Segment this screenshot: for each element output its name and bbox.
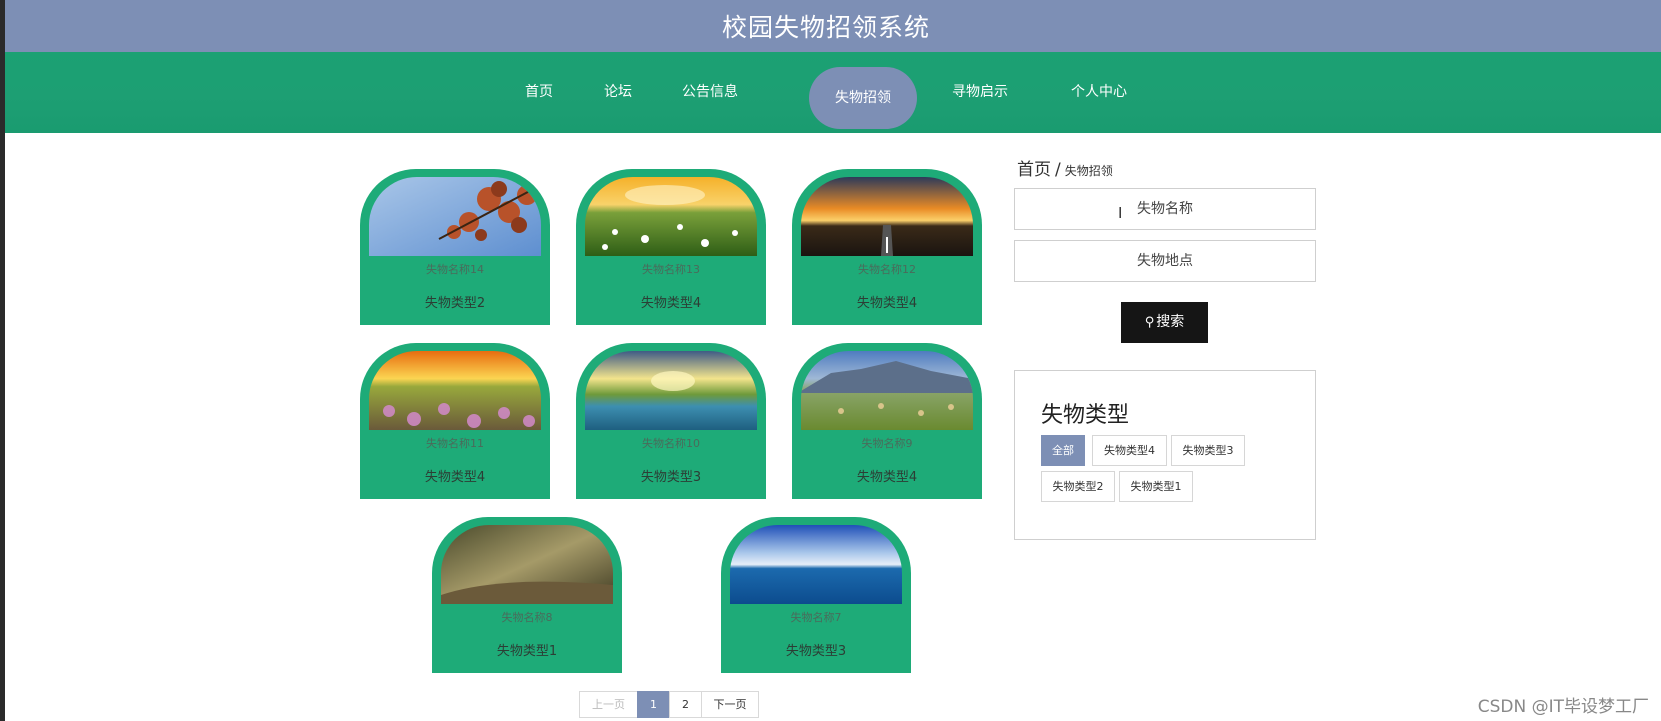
item-type: 失物类型4 (640, 296, 702, 311)
watermark-text: CSDN @IT毕设梦工厂 (1477, 697, 1649, 717)
nav-announcements[interactable]: 公告信息 (670, 68, 750, 116)
item-name: 失物名称8 (501, 611, 553, 624)
item-image[interactable] (801, 351, 973, 430)
item-type: 失物类型4 (424, 470, 486, 485)
item-type: 失物类型3 (785, 644, 847, 659)
item-name: 失物名称10 (642, 437, 700, 450)
item-type: 失物类型4 (856, 470, 918, 485)
breadcrumb-current: 失物招领 (1064, 164, 1113, 178)
type-tag-2[interactable]: 失物类型2 (1041, 471, 1115, 502)
type-filter-title: 失物类型 (1041, 403, 1130, 428)
site-title: 校园失物招领系统 (721, 13, 930, 42)
search-button[interactable]: ⚲ 搜索 (1121, 302, 1208, 343)
item-card[interactable]: 失物名称12 失物类型4 (792, 169, 982, 325)
item-name: 失物名称7 (790, 611, 842, 624)
item-name: 失物名称11 (426, 437, 484, 450)
item-name: 失物名称14 (426, 263, 484, 276)
pagination: 上一页 1 2 下一页 (579, 691, 759, 718)
type-tag-all[interactable]: 全部 (1041, 435, 1085, 466)
item-name: 失物名称13 (642, 263, 700, 276)
nav-personal-center[interactable]: 个人中心 (1055, 68, 1143, 116)
item-type: 失物类型2 (424, 296, 486, 311)
item-card[interactable]: 失物名称9 失物类型4 (792, 343, 982, 499)
type-tag-4[interactable]: 失物类型4 (1092, 435, 1167, 466)
item-image[interactable] (730, 525, 902, 604)
item-image[interactable] (369, 177, 541, 256)
breadcrumb-separator: / (1055, 160, 1061, 180)
item-type: 失物类型4 (856, 296, 918, 311)
nav-home[interactable]: 首页 (513, 68, 565, 116)
item-image[interactable] (441, 525, 613, 604)
prev-page-button[interactable]: 上一页 (579, 691, 638, 718)
site-header: 校园失物招领系统 (5, 0, 1661, 52)
item-name: 失物名称9 (861, 437, 913, 450)
type-tag-1[interactable]: 失物类型1 (1119, 471, 1193, 502)
next-page-button[interactable]: 下一页 (701, 691, 759, 718)
item-card[interactable]: 失物名称10 失物类型3 (576, 343, 766, 499)
item-type: 失物类型1 (496, 644, 558, 659)
item-card[interactable]: 失物名称14 失物类型2 (360, 169, 550, 325)
breadcrumb-home[interactable]: 首页 (1017, 160, 1051, 180)
item-card[interactable]: 失物名称13 失物类型4 (576, 169, 766, 325)
item-card[interactable]: 失物名称8 失物类型1 (432, 517, 622, 673)
item-card[interactable]: 失物名称7 失物类型3 (721, 517, 911, 673)
breadcrumb: 首页 / 失物招领 (1017, 155, 1113, 180)
nav-lost-and-found[interactable]: 失物招领 (809, 67, 917, 129)
nav-forum[interactable]: 论坛 (595, 68, 641, 116)
search-icon: ⚲ (1144, 315, 1155, 330)
item-name: 失物名称12 (858, 263, 916, 276)
page-1-button[interactable]: 1 (637, 691, 670, 718)
item-name-search-input[interactable]: 失物名称 (1014, 188, 1316, 230)
main-nav: 首页 论坛 公告信息 失物招领 寻物启示 个人中心 (5, 52, 1661, 133)
item-image[interactable] (585, 177, 757, 256)
nav-lost-item-notice[interactable]: 寻物启示 (940, 68, 1020, 116)
item-image[interactable] (369, 351, 541, 430)
page-2-button[interactable]: 2 (669, 691, 702, 718)
item-location-search-input[interactable]: 失物地点 (1014, 240, 1316, 282)
item-card[interactable]: 失物名称11 失物类型4 (360, 343, 550, 499)
type-tag-3[interactable]: 失物类型3 (1171, 435, 1245, 466)
item-image[interactable] (801, 177, 973, 256)
search-button-label: 搜索 (1156, 314, 1185, 330)
item-type: 失物类型3 (640, 470, 702, 485)
type-filter-panel: 失物类型 全部 失物类型4 失物类型3 失物类型2 失物类型1 (1014, 370, 1316, 540)
item-image[interactable] (585, 351, 757, 430)
text-cursor-icon: I (1118, 204, 1123, 222)
